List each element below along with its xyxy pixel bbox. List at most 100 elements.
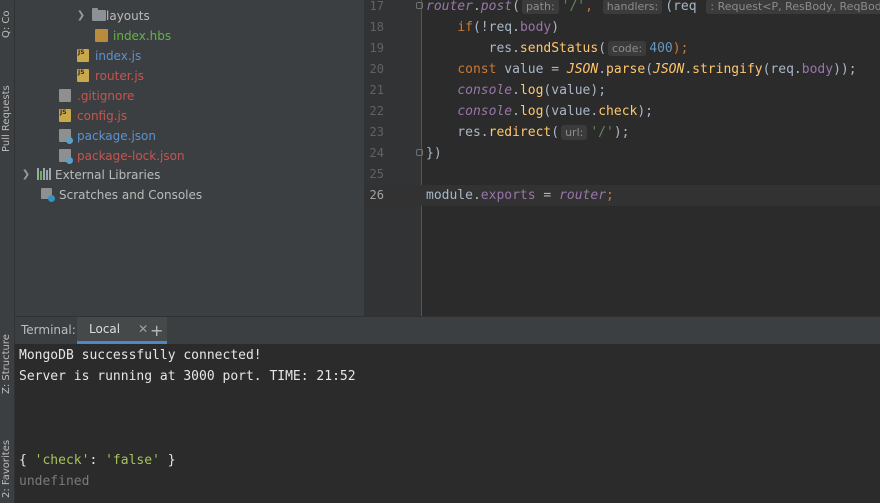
code-line: 22 console.log(value.check); bbox=[364, 101, 880, 122]
line-number: 21 bbox=[369, 83, 384, 97]
tree-item-label: config.js bbox=[77, 109, 128, 123]
code-text: res.redirect(url: '/'); bbox=[426, 122, 629, 143]
code-text: module.exports = router; bbox=[426, 185, 614, 206]
terminal-title: Terminal: bbox=[21, 323, 76, 337]
tree-item-index-hbs[interactable]: index.hbs bbox=[95, 26, 171, 46]
tree-item-external-libraries[interactable]: ❯ External Libraries bbox=[19, 165, 160, 185]
fold-marker-icon[interactable] bbox=[416, 149, 423, 156]
code-text: }) bbox=[426, 143, 442, 164]
line-number: 19 bbox=[369, 41, 384, 55]
code-token: router bbox=[559, 188, 607, 203]
tab-local-label: Local bbox=[89, 322, 121, 336]
terminal-line: MongoDB successfully connected! bbox=[19, 348, 262, 363]
tree-item-config-js[interactable]: config.js bbox=[59, 103, 128, 126]
obj-colon: : bbox=[89, 453, 106, 468]
code-token: const bbox=[457, 62, 497, 77]
project-tree-panel: ❯ layouts index.hbs index.js router.js .… bbox=[15, 0, 364, 316]
tree-item-label: index.js bbox=[95, 49, 142, 63]
add-icon[interactable]: + bbox=[150, 317, 163, 344]
code-line: 25 bbox=[364, 164, 880, 185]
favorites-tool-tab[interactable]: 2: Favorites bbox=[0, 418, 14, 498]
tree-item-router-js[interactable]: router.js bbox=[77, 63, 144, 86]
tree-item-package-json[interactable]: package.json bbox=[59, 126, 156, 146]
line-number: 26 bbox=[369, 188, 384, 202]
code-token: . bbox=[472, 188, 481, 203]
obj-key: 'check' bbox=[34, 453, 90, 468]
commit-tool-tab[interactable]: Q: Co bbox=[0, 2, 14, 38]
json-file-icon bbox=[59, 129, 73, 144]
tree-item-package-lock-json[interactable]: package-lock.json bbox=[59, 146, 185, 166]
left-tool-strip: Q: Co Pull Requests Z: Structure 2: Favo… bbox=[0, 0, 15, 503]
code-token: sendStatus bbox=[519, 41, 599, 56]
tree-item-label: .gitignore bbox=[77, 89, 135, 103]
parameter-hint: path: bbox=[521, 0, 559, 14]
close-icon[interactable]: ✕ bbox=[138, 322, 148, 336]
code-token: ; bbox=[606, 188, 614, 203]
code-token: value = bbox=[496, 62, 567, 77]
code-token: redirect bbox=[488, 125, 552, 140]
chevron-right-icon[interactable]: ❯ bbox=[74, 6, 88, 26]
code-token: . bbox=[512, 104, 520, 119]
code-token: ( bbox=[551, 125, 560, 140]
code-token: . bbox=[472, 0, 481, 14]
chevron-right-icon[interactable]: ❯ bbox=[19, 165, 33, 185]
js-file-icon bbox=[59, 103, 73, 123]
gitignore-file-icon bbox=[59, 89, 73, 103]
pull-requests-label: Pull Requests bbox=[1, 85, 12, 152]
code-text: res.sendStatus(code: 400); bbox=[426, 38, 688, 59]
line-number: 18 bbox=[369, 20, 384, 34]
code-token: . bbox=[512, 83, 520, 98]
folder-icon bbox=[88, 8, 106, 23]
code-text: router.post(path: '/', handlers: (req : Re… bbox=[426, 0, 880, 17]
code-token: . bbox=[598, 62, 607, 77]
code-token: 400 bbox=[649, 41, 673, 56]
code-token: stringify bbox=[692, 62, 763, 77]
favorites-label: 2: Favorites bbox=[1, 439, 12, 498]
commit-tab-label: Q: Co bbox=[1, 10, 12, 38]
code-token: if bbox=[457, 20, 473, 35]
code-token: (value); bbox=[543, 83, 607, 98]
code-token: (req bbox=[665, 0, 705, 14]
tree-item-label: package.json bbox=[77, 129, 157, 143]
tree-item-scratches[interactable]: Scratches and Consoles bbox=[41, 185, 202, 205]
js-file-icon bbox=[77, 63, 91, 83]
code-editor[interactable]: 17 router.post(path: '/', handlers: (req : … bbox=[364, 0, 880, 292]
line-number: 22 bbox=[369, 104, 384, 118]
code-token: router bbox=[426, 0, 473, 14]
tree-item-index-js[interactable]: index.js bbox=[77, 43, 142, 66]
line-number: 24 bbox=[369, 146, 384, 160]
code-token: console bbox=[457, 83, 513, 98]
tree-item-layouts[interactable]: ❯ layouts bbox=[74, 6, 150, 26]
structure-tool-tab[interactable]: Z: Structure bbox=[0, 322, 14, 394]
tree-item-label: index.hbs bbox=[113, 29, 172, 43]
tree-item-gitignore[interactable]: .gitignore bbox=[59, 86, 134, 106]
fold-marker-icon[interactable] bbox=[416, 2, 423, 9]
tree-item-label: layouts bbox=[106, 9, 150, 23]
code-line: 20 const value = JSON.parse(JSON.stringi… bbox=[364, 59, 880, 80]
hbs-file-icon bbox=[95, 29, 109, 43]
terminal-line: Server is running at 3000 port. TIME: 21… bbox=[19, 369, 356, 384]
code-token: ) bbox=[551, 20, 560, 35]
line-number: 20 bbox=[369, 62, 384, 76]
code-token: ); bbox=[613, 125, 630, 140]
terminal-line: undefined bbox=[19, 474, 90, 489]
code-token: module bbox=[426, 188, 473, 203]
code-line: 19 res.sendStatus(code: 400); bbox=[364, 38, 880, 59]
code-token: JSON bbox=[653, 62, 685, 77]
parameter-hint: code: bbox=[608, 41, 647, 56]
pull-requests-tool-tab[interactable]: Pull Requests bbox=[0, 62, 14, 152]
code-token: ( bbox=[512, 0, 520, 14]
code-token: }) bbox=[426, 146, 442, 161]
tree-item-label: package-lock.json bbox=[77, 149, 185, 163]
code-token: parse bbox=[606, 62, 646, 77]
code-token: log bbox=[519, 83, 544, 98]
library-icon bbox=[37, 168, 51, 182]
terminal-output[interactable]: MongoDB successfully connected! Server i… bbox=[15, 344, 880, 503]
obj-close: } bbox=[159, 453, 176, 468]
terminal-toolbar: Terminal: Local ✕ + bbox=[15, 316, 880, 345]
code-token: exports bbox=[480, 188, 536, 203]
code-token: console bbox=[457, 104, 513, 119]
code-token: , bbox=[585, 0, 601, 14]
